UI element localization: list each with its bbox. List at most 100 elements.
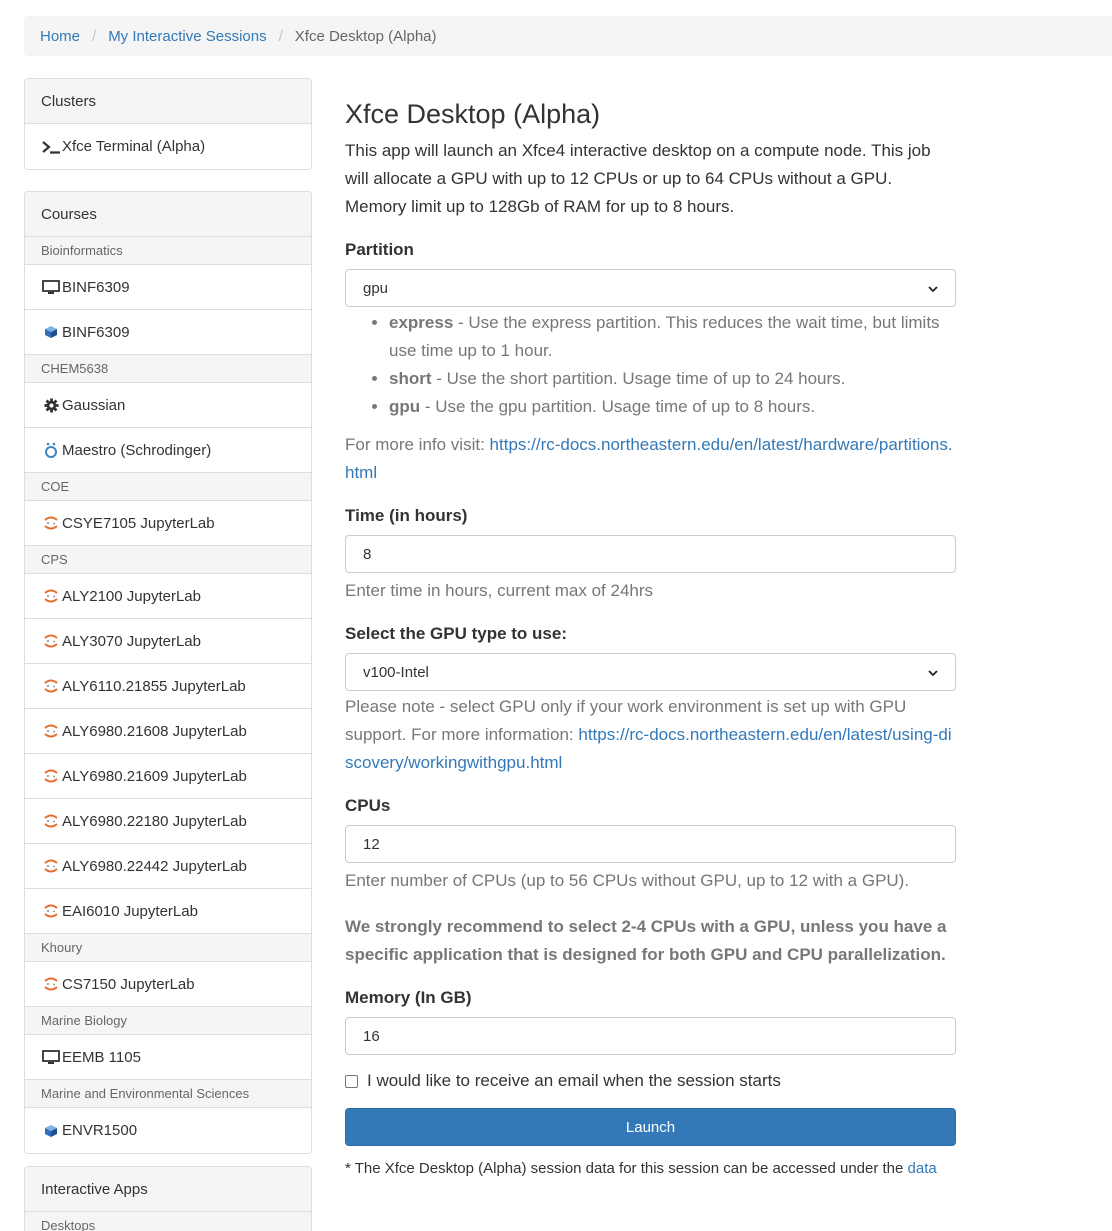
sidebar-item-label: ALY2100 JupyterLab (62, 587, 201, 605)
page-title: Xfce Desktop (Alpha) (345, 99, 601, 129)
sidebar-item-label: ALY3070 JupyterLab (62, 632, 201, 650)
sidebar-item[interactable]: ALY6980.22180 JupyterLab (25, 799, 311, 844)
email-notification-checkbox[interactable] (345, 1074, 358, 1088)
sidebar-item-xfce-terminal[interactable]: Xfce Terminal (Alpha) (25, 124, 311, 169)
sidebar-item[interactable]: EAI6010 JupyterLab (25, 889, 311, 934)
sidebar-item[interactable]: Maestro (Schrodinger) (25, 428, 311, 473)
list-item: express - Use the express partition. Thi… (389, 309, 956, 365)
group-header: COE (25, 473, 311, 501)
sidebar-item-label: BINF6309 (62, 323, 130, 341)
time-help: Enter time in hours, current max of 24hr… (345, 581, 654, 600)
sidebar-item[interactable]: ALY6980.22442 JupyterLab (25, 844, 311, 889)
sidebar-item-label: ALY6980.21608 JupyterLab (62, 722, 247, 740)
interactive-apps-panel: Interactive Apps Desktops (24, 1166, 312, 1231)
chevron-down-icon (928, 664, 938, 681)
cpus-input[interactable]: 12 (345, 825, 956, 863)
breadcrumb-current: Xfce Desktop (Alpha) (294, 27, 437, 45)
partition-select-value: gpu (363, 279, 389, 297)
sidebar-item-label: Gaussian (62, 396, 126, 414)
data-link[interactable]: data (908, 1160, 937, 1177)
cpus-help: Enter number of CPUs (up to 56 CPUs with… (345, 871, 910, 890)
cube-icon (41, 1121, 61, 1141)
sidebar-item[interactable]: BINF6309 (25, 265, 311, 310)
partition-info: For more info visit: https://rc-docs.nor… (345, 435, 953, 482)
sidebar-item-label: ALY6110.21855 JupyterLab (62, 677, 246, 695)
chevron-down-icon (928, 280, 938, 297)
clusters-heading: Clusters (25, 79, 311, 124)
sidebar-item[interactable]: ALY6980.21608 JupyterLab (25, 709, 311, 754)
memory-input-value: 16 (363, 1027, 380, 1045)
jupyter-icon (41, 721, 61, 741)
jupyter-icon (41, 631, 61, 651)
cpus-recommendation: We strongly recommend to select 2-4 CPUs… (345, 917, 947, 964)
group-header: Bioinformatics (25, 237, 311, 265)
group-header: CPS (25, 546, 311, 574)
jupyter-icon (41, 513, 61, 533)
sidebar-item-label: Xfce Terminal (Alpha) (62, 138, 206, 155)
cpus-label: CPUs (345, 796, 391, 815)
breadcrumb-separator: / (92, 27, 97, 45)
app-description: This app will launch an Xfce4 interactiv… (345, 141, 931, 216)
gpu-type-select-value: v100-Intel (363, 663, 429, 681)
time-label: Time (in hours) (345, 506, 468, 525)
group-header: Marine Biology (25, 1007, 311, 1035)
sidebar-item[interactable]: ENVR1500 (25, 1108, 311, 1153)
time-input-value: 8 (363, 545, 372, 563)
maestro-icon (41, 440, 61, 460)
list-item: short - Use the short partition. Usage t… (389, 365, 956, 393)
footnote: * The Xfce Desktop (Alpha) session data … (345, 1160, 937, 1177)
breadcrumb-separator: / (278, 27, 283, 45)
cpus-input-value: 12 (363, 835, 380, 853)
sidebar-item[interactable]: ALY3070 JupyterLab (25, 619, 311, 664)
jupyter-icon (41, 766, 61, 786)
breadcrumb-sessions-link[interactable]: My Interactive Sessions (108, 28, 266, 45)
courses-panel: Courses Bioinformatics BINF6309 BINF6309 CH… (24, 191, 312, 1154)
gear-icon (41, 395, 61, 415)
memory-label: Memory (In GB) (345, 988, 472, 1007)
desktop-icon (41, 277, 61, 297)
sidebar-item[interactable]: CS7150 JupyterLab (25, 962, 311, 1007)
breadcrumb: Home / My Interactive Sessions / Xfce De… (24, 16, 1112, 56)
sidebar-item-label: CS7150 JupyterLab (62, 975, 195, 993)
jupyter-icon (41, 676, 61, 696)
gpu-type-label: Select the GPU type to use: (345, 624, 567, 643)
clusters-panel: Clusters Xfce Terminal (Alpha) (24, 78, 312, 170)
sidebar-item[interactable]: CSYE7105 JupyterLab (25, 501, 311, 546)
jupyter-icon (41, 811, 61, 831)
time-input[interactable]: 8 (345, 535, 956, 573)
terminal-icon (41, 137, 61, 157)
group-header-desktops: Desktops (25, 1212, 311, 1231)
sidebar-item[interactable]: Gaussian (25, 383, 311, 428)
sidebar-item-label: ALY6980.22442 JupyterLab (62, 857, 247, 875)
sidebar-item-label: ENVR1500 (62, 1122, 138, 1139)
sidebar-item-label: CSYE7105 JupyterLab (62, 514, 215, 532)
sidebar-item[interactable]: EEMB 1105 (25, 1035, 311, 1080)
jupyter-icon (41, 974, 61, 994)
gpu-type-select[interactable]: v100-Intel (345, 653, 956, 691)
sidebar-item[interactable]: ALY2100 JupyterLab (25, 574, 311, 619)
list-item: gpu - Use the gpu partition. Usage time … (389, 393, 956, 421)
sidebar-item[interactable]: BINF6309 (25, 310, 311, 355)
sidebar-item-label: BINF6309 (62, 278, 130, 296)
memory-input[interactable]: 16 (345, 1017, 956, 1055)
sidebar-item-label: EAI6010 JupyterLab (62, 902, 198, 920)
sidebar-item[interactable]: ALY6110.21855 JupyterLab (25, 664, 311, 709)
partition-help: express - Use the express partition. Thi… (345, 309, 956, 487)
courses-heading: Courses (25, 192, 311, 237)
interactive-apps-heading: Interactive Apps (25, 1167, 311, 1212)
group-header: Marine and Environmental Sciences (25, 1080, 311, 1108)
partition-select[interactable]: gpu (345, 269, 956, 307)
sidebar-item[interactable]: ALY6980.21609 JupyterLab (25, 754, 311, 799)
sidebar-item-label: EEMB 1105 (62, 1048, 141, 1066)
breadcrumb-home-link[interactable]: Home (40, 28, 80, 45)
sidebar-item-label: Maestro (Schrodinger) (62, 441, 212, 459)
jupyter-icon (41, 586, 61, 606)
sidebar-item-label: ALY6980.21609 JupyterLab (62, 767, 247, 785)
sidebar-item-label: ALY6980.22180 JupyterLab (62, 812, 247, 830)
jupyter-icon (41, 856, 61, 876)
session-form: Xfce Desktop (Alpha) This app will launc… (345, 96, 956, 1177)
courses-list: Bioinformatics BINF6309 BINF6309 CHEM5638 Ga… (25, 237, 311, 1153)
launch-button[interactable]: Launch (345, 1108, 956, 1146)
desktop-icon (41, 1047, 61, 1067)
partition-options-list: express - Use the express partition. Thi… (389, 309, 956, 421)
